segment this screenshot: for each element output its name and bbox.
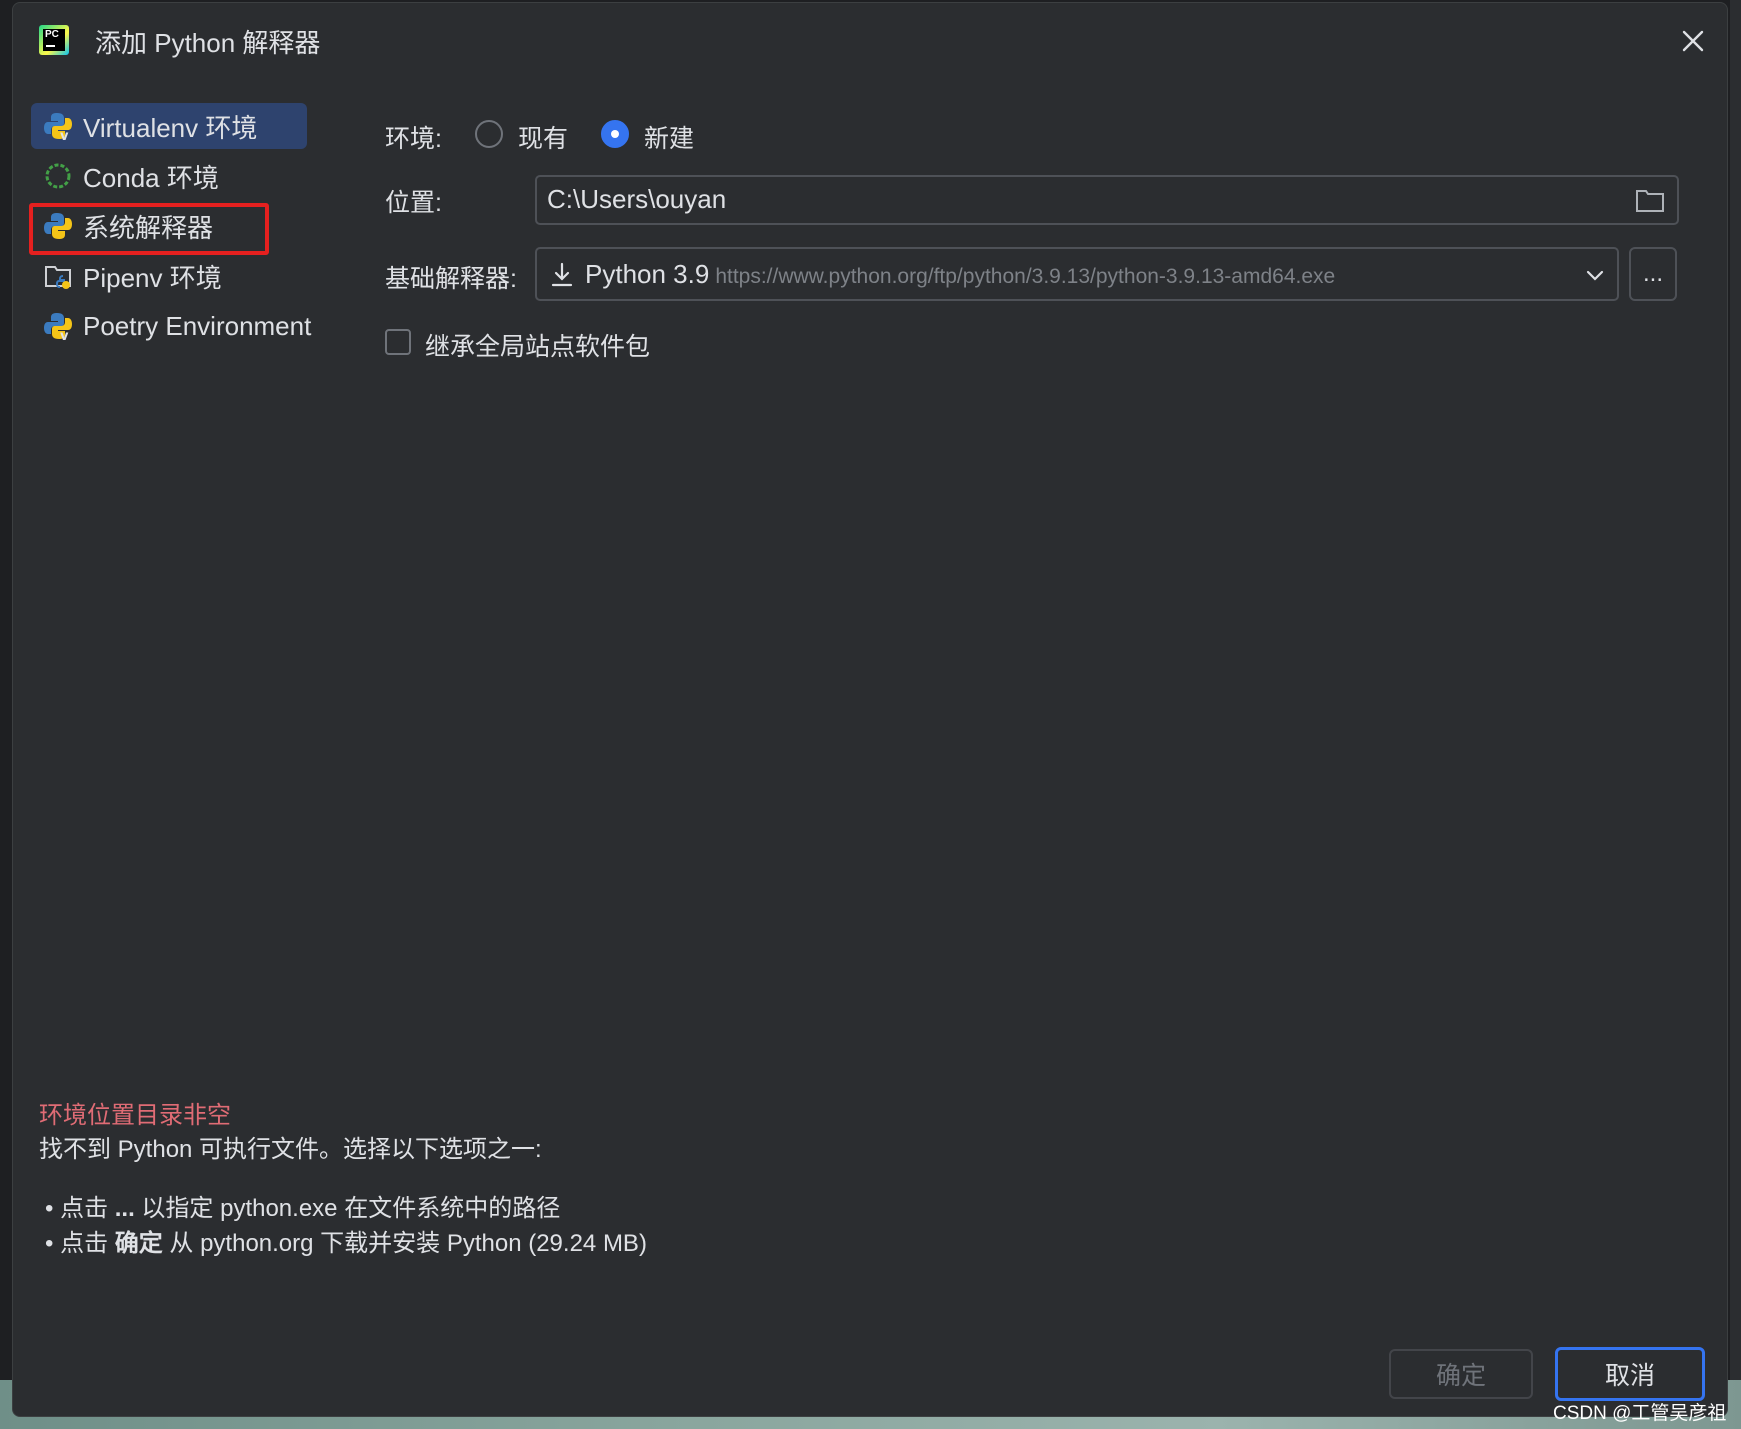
base-interpreter-value: Python 3.9 <box>585 259 710 289</box>
inherit-packages-checkbox[interactable] <box>385 329 411 355</box>
nav-item-system-interpreter[interactable]: 系统解释器 <box>31 203 299 249</box>
watermark-text: CSDN @工管吴彦祖 <box>1553 1403 1727 1424</box>
ok-button[interactable]: 确定 <box>1389 1349 1533 1399</box>
browse-hint-bold: ... <box>114 1195 135 1222</box>
python-virtualenv-icon: v <box>43 111 73 144</box>
nav-item-label: Pipenv 环境 <box>83 262 222 293</box>
nav-item-poetry[interactable]: v Poetry Environment <box>31 303 311 349</box>
hint-bullet-1: • 点击 ... 以指定 python.exe 在文件系统中的路径 <box>45 1195 561 1222</box>
ok-hint-bold: 确定 <box>114 1230 163 1257</box>
svg-text:v: v <box>60 129 69 141</box>
error-message: 环境位置目录非空 <box>39 1102 231 1129</box>
nav-item-virtualenv[interactable]: v Virtualenv 环境 <box>31 103 307 149</box>
close-icon <box>1682 30 1704 52</box>
pycharm-logo-icon: PC <box>39 25 69 55</box>
background-window-edge <box>1730 0 1741 1380</box>
download-icon <box>549 261 575 294</box>
pipenv-folder-icon <box>43 261 73 291</box>
poetry-icon: v <box>43 311 73 344</box>
hint-bullet-2: • 点击 确定 从 python.org 下载并安装 Python (29.24… <box>45 1230 647 1257</box>
nav-item-conda[interactable]: Conda 环境 <box>31 153 299 199</box>
dialog-titlebar: PC 添加 Python 解释器 <box>13 3 1727 77</box>
svg-text:v: v <box>60 329 69 341</box>
folder-icon <box>1636 190 1664 212</box>
nav-item-label: Conda 环境 <box>83 162 219 193</box>
radio-existing-label[interactable]: 现有 <box>518 119 568 155</box>
location-value: C:\Users\ouyan <box>547 184 727 214</box>
base-interpreter-url: https://www.python.org/ftp/python/3.9.13… <box>715 265 1336 288</box>
base-interpreter-select[interactable]: Python 3.9 https://www.python.org/ftp/pyt… <box>535 247 1619 301</box>
nav-item-label: Virtualenv 环境 <box>83 112 258 143</box>
python-icon <box>43 211 73 241</box>
location-field[interactable]: C:\Users\ouyan <box>535 175 1679 225</box>
add-python-interpreter-dialog: PC 添加 Python 解释器 v Virtualenv 环境 Conda 环… <box>12 2 1728 1417</box>
location-label: 位置: <box>385 189 442 217</box>
nav-item-pipenv[interactable]: Pipenv 环境 <box>31 253 299 299</box>
environment-label: 环境: <box>385 125 442 153</box>
conda-icon <box>43 161 73 191</box>
nav-item-label: 系统解释器 <box>83 212 214 243</box>
radio-new-label[interactable]: 新建 <box>644 119 694 155</box>
inherit-packages-label[interactable]: 继承全局站点软件包 <box>425 327 650 363</box>
nav-item-label: Poetry Environment <box>83 310 312 341</box>
dialog-title: 添加 Python 解释器 <box>95 28 321 58</box>
interpreter-type-list: v Virtualenv 环境 Conda 环境 系统解释器 Pipenv 环境… <box>31 103 341 353</box>
browse-interpreter-button[interactable]: ... <box>1629 247 1677 301</box>
radio-existing[interactable] <box>475 120 503 148</box>
info-message: 找不到 Python 可执行文件。选择以下选项之一: <box>39 1136 542 1163</box>
browse-folder-button[interactable] <box>1635 187 1665 220</box>
close-button[interactable] <box>1673 21 1713 61</box>
base-interpreter-label: 基础解释器: <box>385 265 517 293</box>
chevron-down-icon[interactable] <box>1583 263 1607 292</box>
radio-new[interactable] <box>601 120 629 148</box>
cancel-button[interactable]: 取消 <box>1555 1347 1705 1401</box>
